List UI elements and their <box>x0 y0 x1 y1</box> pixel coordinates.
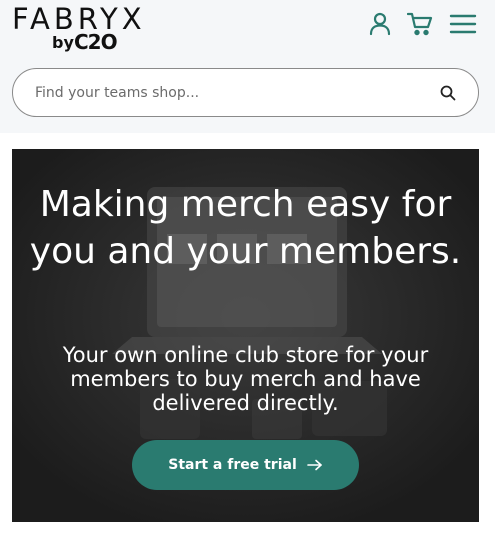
hero-banner: Making merch easy for you and your membe… <box>12 149 479 522</box>
search-button[interactable] <box>437 82 459 104</box>
user-icon <box>369 12 391 36</box>
account-button[interactable] <box>366 10 394 38</box>
start-free-trial-button[interactable]: Start a free trial <box>132 440 359 490</box>
cart-button[interactable] <box>406 10 434 38</box>
brand-c2o-logo: C2O <box>74 30 118 54</box>
search-input[interactable] <box>35 69 435 116</box>
hero-title: Making merch easy for you and your membe… <box>29 184 462 272</box>
search-icon <box>440 85 456 101</box>
brand-logo[interactable]: FABRYX by C2O <box>12 3 172 55</box>
brand-by-text: by <box>52 33 74 52</box>
site-header: FABRYX by C2O <box>0 0 495 133</box>
hero-subtitle: Your own online club store for your memb… <box>62 343 429 415</box>
arrow-right-icon <box>306 459 322 471</box>
cart-icon <box>407 12 433 36</box>
menu-button[interactable] <box>448 10 478 38</box>
search-bar <box>12 68 479 117</box>
hamburger-menu-icon <box>449 14 477 34</box>
cta-label: Start a free trial <box>168 457 297 473</box>
